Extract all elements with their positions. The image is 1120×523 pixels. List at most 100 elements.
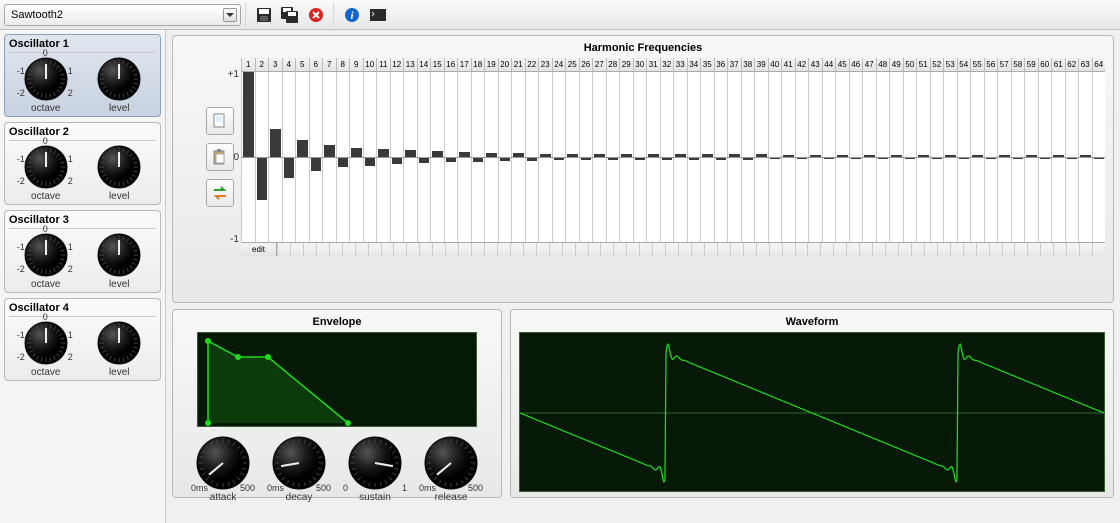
harmonic-edit-cell[interactable] [963, 243, 976, 256]
level-knob[interactable] [96, 320, 142, 366]
harmonic-edit-cell[interactable] [795, 243, 808, 256]
harmonic-edit-cell[interactable] [1014, 243, 1027, 256]
sustain-knob[interactable]: 0 1 [347, 435, 403, 491]
harmonic-edit-cell[interactable] [691, 243, 704, 256]
harmonic-header-cell: 17 [457, 58, 471, 71]
delete-button[interactable] [303, 3, 329, 27]
harmonic-edit-cell[interactable] [303, 243, 316, 256]
oscillator-3[interactable]: Oscillator 3 -2 -1 0 1 2 octave [4, 210, 161, 293]
harmonic-edit-cell[interactable] [471, 243, 484, 256]
octave-knob[interactable]: -2 -1 0 1 2 [23, 232, 69, 278]
level-knob[interactable] [96, 56, 142, 102]
oscillator-2[interactable]: Oscillator 2 -2 -1 0 1 2 octave [4, 122, 161, 205]
octave-knob[interactable]: -2 -1 0 1 2 [23, 56, 69, 102]
octave-knob[interactable]: -2 -1 0 1 2 [23, 144, 69, 190]
harmonic-edit-cell[interactable] [600, 243, 613, 256]
harmonic-header-cell: 2 [255, 58, 269, 71]
harmonic-edit-cell[interactable] [1079, 243, 1092, 256]
attack-knob[interactable]: 0ms 500 [195, 435, 251, 491]
harmonic-edit-cell[interactable] [510, 243, 523, 256]
harmonic-edit-cell[interactable] [1040, 243, 1053, 256]
harmonic-edit-cell[interactable] [756, 243, 769, 256]
harmonic-edit-cell[interactable] [484, 243, 497, 256]
harmonic-edit-cell[interactable] [950, 243, 963, 256]
harmonic-edit-cell[interactable] [549, 243, 562, 256]
harmonic-edit-cell[interactable] [833, 243, 846, 256]
harmonic-edit-cell[interactable] [406, 243, 419, 256]
level-knob[interactable] [96, 232, 142, 278]
harmonic-edit-cell[interactable] [393, 243, 406, 256]
oscillator-title: Oscillator 3 [9, 214, 156, 229]
harmonic-edit-cell[interactable] [924, 243, 937, 256]
harmonic-edit-cell[interactable] [1027, 243, 1040, 256]
oscillator-4[interactable]: Oscillator 4 -2 -1 0 1 2 octave [4, 298, 161, 381]
harmonic-edit-cell[interactable] [989, 243, 1002, 256]
harmonic-edit-cell[interactable] [329, 243, 342, 256]
harmonic-edit-cell[interactable] [937, 243, 950, 256]
harmonic-edit-cell[interactable] [807, 243, 820, 256]
harmonic-edit-cell[interactable] [782, 243, 795, 256]
harmonic-edit-cell[interactable] [898, 243, 911, 256]
harmonic-edit-cell[interactable] [1053, 243, 1066, 256]
harmonic-edit-cell[interactable] [536, 243, 549, 256]
harmonic-header-cell: 26 [579, 58, 593, 71]
harmonic-edit-cell[interactable] [704, 243, 717, 256]
save-button[interactable] [251, 3, 277, 27]
harmonic-edit-cell[interactable] [523, 243, 536, 256]
harmonic-edit-cell[interactable] [743, 243, 756, 256]
harmonic-edit-cell[interactable] [859, 243, 872, 256]
harmonic-edit-cell[interactable] [277, 243, 290, 256]
attack-label: attack [195, 492, 251, 503]
info-button[interactable]: i [339, 3, 365, 27]
save-as-button[interactable] [277, 3, 303, 27]
harmonic-edit-cell[interactable] [432, 243, 445, 256]
harmonic-edit-cell[interactable] [665, 243, 678, 256]
harmonic-edit-cell[interactable] [846, 243, 859, 256]
harmonic-edit-cell[interactable] [368, 243, 381, 256]
harmonic-edit-cell[interactable] [419, 243, 432, 256]
harmonics-panel: Harmonic Frequencies [172, 35, 1114, 303]
harmonic-edit-cell[interactable] [820, 243, 833, 256]
octave-knob[interactable]: -2 -1 0 1 2 [23, 320, 69, 366]
harmonic-edit-cell[interactable] [458, 243, 471, 256]
harmonic-edit-cell[interactable] [872, 243, 885, 256]
harmonic-header-cell: 49 [889, 58, 903, 71]
harmonic-edit-cell[interactable] [575, 243, 588, 256]
harmonic-edit-cell[interactable] [1002, 243, 1015, 256]
harmonic-edit-cell[interactable] [769, 243, 782, 256]
console-button[interactable] [365, 3, 391, 27]
level-knob[interactable] [96, 144, 142, 190]
harmonic-edit-cell[interactable] [730, 243, 743, 256]
harmonic-header-cell: 46 [849, 58, 863, 71]
harmonic-edit-cell[interactable] [497, 243, 510, 256]
harmonic-edit-cell[interactable] [717, 243, 730, 256]
harmonic-edit-cell[interactable] [290, 243, 303, 256]
harmonics-sliders[interactable] [241, 72, 1105, 242]
harmonic-edit-cell[interactable] [639, 243, 652, 256]
harmonic-edit-cell[interactable] [626, 243, 639, 256]
oscillator-1[interactable]: Oscillator 1 -2 -1 0 1 2 octave [4, 34, 161, 117]
harmonic-edit-cell[interactable] [562, 243, 575, 256]
harmonic-edit-cell[interactable] [355, 243, 368, 256]
harmonic-edit-cell[interactable] [316, 243, 329, 256]
harmonic-edit-cell[interactable] [445, 243, 458, 256]
harmonic-edit-cell[interactable] [1066, 243, 1079, 256]
console-icon [369, 8, 387, 22]
harmonic-edit-cell[interactable] [613, 243, 626, 256]
harmonic-edit-cell[interactable] [678, 243, 691, 256]
separator [333, 3, 335, 27]
harmonic-header-cell: 8 [336, 58, 350, 71]
harmonic-edit-cell[interactable] [885, 243, 898, 256]
harmonics-edit-label[interactable]: edit [241, 243, 277, 256]
harmonic-edit-cell[interactable] [381, 243, 394, 256]
harmonic-edit-cell[interactable] [652, 243, 665, 256]
harmonic-edit-cell[interactable] [588, 243, 601, 256]
decay-knob[interactable]: 0ms 500 [271, 435, 327, 491]
envelope-graph[interactable] [197, 332, 477, 427]
release-knob[interactable]: 0ms 500 [423, 435, 479, 491]
harmonic-edit-cell[interactable] [976, 243, 989, 256]
harmonic-edit-cell[interactable] [911, 243, 924, 256]
harmonic-edit-cell[interactable] [342, 243, 355, 256]
harmonic-edit-cell[interactable] [1092, 243, 1105, 256]
preset-select[interactable]: Sawtooth2 [4, 4, 241, 26]
